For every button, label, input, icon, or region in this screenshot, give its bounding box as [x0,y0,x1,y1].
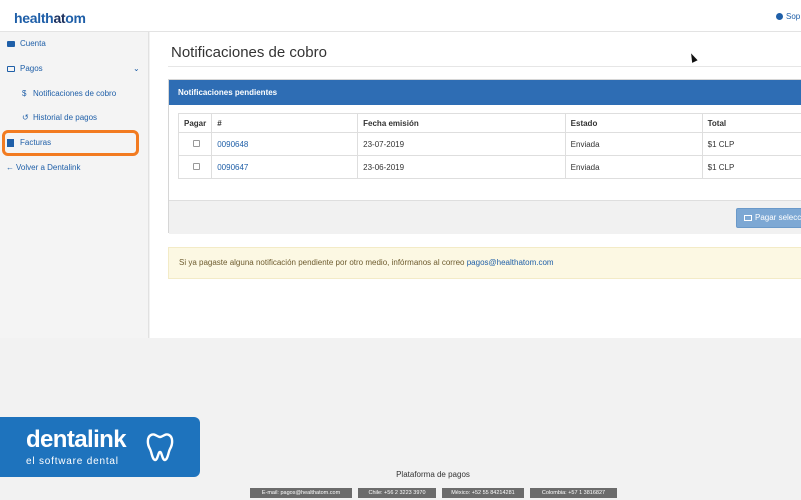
sidebar: Cuenta Pagos ⌄ $ Notificaciones de cobro… [0,32,149,338]
panel-heading: Notificaciones pendientes [169,80,801,105]
sidebar-item-pagos[interactable]: Pagos ⌄ [0,58,149,80]
top-navbar: healthatom Sop [0,0,801,32]
table-header-row: Pagar # Fecha emisión Estado Total [177,113,801,133]
total-cell: $1 CLP [701,155,801,179]
facturas-highlight-outline [2,130,139,156]
money-icon [7,66,15,72]
contact-badge-colombia: Colombia: +57 1 3816827 [530,488,617,498]
dollar-icon: $ [22,89,27,98]
sidebar-item-label: Cuenta [20,39,46,48]
pay-cell [177,155,213,179]
sidebar-item-label: Notificaciones de cobro [33,89,117,98]
pay-checkbox[interactable] [193,139,200,147]
dentalink-tagline: el software dental [26,456,119,467]
user-menu[interactable]: Sop [776,12,800,21]
email-link[interactable]: pagos@healthatom.com [467,258,554,267]
history-icon: ↺ [22,113,29,122]
user-menu-label: Sop [786,12,801,21]
sidebar-item-cuenta[interactable]: Cuenta [0,33,149,55]
notification-link[interactable]: 0090648 [211,132,359,156]
column-header-number: # [211,113,359,133]
notifications-table: Pagar # Fecha emisión Estado Total 00906… [177,113,801,179]
user-icon [776,13,783,20]
sidebar-item-historial[interactable]: ↺ Historial de pagos [0,107,149,129]
alert-text: Si ya pagaste alguna notificación pendie… [179,258,467,267]
fecha-cell: 23-07-2019 [357,132,566,156]
sidebar-item-label: Volver a Dentalink [16,163,81,172]
sidebar-item-notificaciones[interactable]: $ Notificaciones de cobro [0,83,149,105]
contact-badge-email: E-mail: pagos@healthatom.com [250,488,352,498]
pay-cell [177,132,213,156]
contact-badge-chile: Chile: +56 2 3223 3970 [358,488,436,498]
dentalink-logo: dentalink el software dental [0,417,200,477]
arrow-left-icon: ← [6,163,14,172]
column-header-estado: Estado [564,113,703,133]
estado-cell: Enviada [564,155,703,179]
credit-card-icon [7,41,15,47]
panel-body: Pagar # Fecha emisión Estado Total 00906… [169,105,801,200]
pay-checkbox[interactable] [193,162,200,170]
contact-badge-mexico: México: +52 55 84214281 [442,488,524,498]
credit-card-icon [744,215,752,221]
notification-link[interactable]: 0090647 [211,155,359,179]
chevron-down-icon: ⌄ [133,64,140,73]
pending-notifications-panel: Notificaciones pendientes Pagar # Fecha … [168,79,801,234]
pay-selected-button[interactable]: Pagar selecc [736,208,801,228]
dentalink-name: dentalink [26,426,127,453]
sidebar-item-label: Historial de pagos [33,113,98,122]
footer-title: Plataforma de pagos [396,470,470,479]
page-title: Notificaciones de cobro [171,44,327,61]
fecha-cell: 23-06-2019 [357,155,566,179]
healthatom-logo[interactable]: healthatom [14,10,86,26]
column-header-fecha: Fecha emisión [357,113,566,133]
panel-footer: Pagar selecc [169,200,801,234]
table-row: 0090648 23-07-2019 Enviada $1 CLP [177,132,801,156]
column-header-pagar: Pagar [177,113,213,133]
estado-cell: Enviada [564,132,703,156]
info-alert: Si ya pagaste alguna notificación pendie… [168,247,801,279]
total-cell: $1 CLP [701,132,801,156]
main-content: Notificaciones de cobro Notificaciones p… [150,32,801,338]
column-header-total: Total [701,113,801,133]
sidebar-item-volver[interactable]: ← Volver a Dentalink [0,157,149,179]
divider [168,66,801,67]
sidebar-item-label: Pagos [20,64,43,73]
tooth-icon [146,433,174,462]
table-row: 0090647 23-06-2019 Enviada $1 CLP [177,155,801,179]
pay-button-label: Pagar selecc [755,213,801,222]
